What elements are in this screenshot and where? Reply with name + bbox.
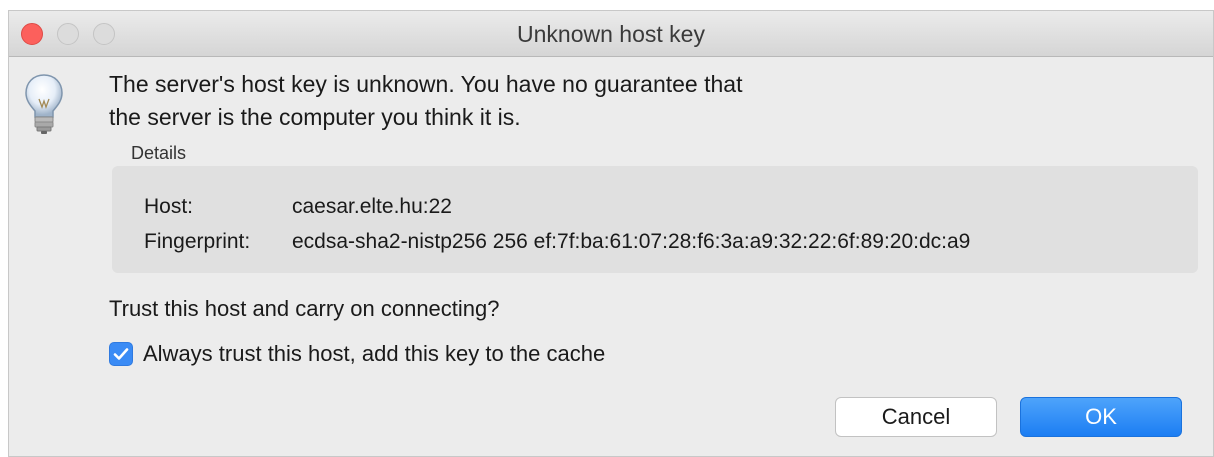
details-label: Details <box>131 143 187 163</box>
always-trust-option[interactable]: Always trust this host, add this key to … <box>109 341 605 367</box>
checkmark-icon <box>113 348 129 360</box>
fingerprint-row: Fingerprint: ecdsa-sha2-nistp256 256 ef:7… <box>144 230 970 254</box>
always-trust-checkbox[interactable] <box>109 342 133 366</box>
window-title: Unknown host key <box>517 21 705 47</box>
details-panel: Host: caesar.elte.hu:22 Fingerprint: ecdsa… <box>112 166 1198 273</box>
warning-message-line: the server is the computer you think it … <box>109 104 521 130</box>
ok-button[interactable]: OK <box>1020 397 1182 437</box>
trust-question: Trust this host and carry on connecting? <box>109 296 500 321</box>
cancel-button[interactable]: Cancel <box>835 397 997 437</box>
host-value: caesar.elte.hu:22 <box>292 195 452 218</box>
always-trust-label[interactable]: Always trust this host, add this key to … <box>143 341 605 367</box>
warning-message: The server's host key is unknown. You ha… <box>109 68 742 134</box>
lightbulb-icon <box>25 74 63 134</box>
warning-message-line: The server's host key is unknown. You ha… <box>109 71 743 97</box>
fingerprint-label: Fingerprint: <box>144 230 251 253</box>
fingerprint-value: ecdsa-sha2-nistp256 256 ef:7f:ba:61:07:2… <box>292 230 971 253</box>
host-row: Host: caesar.elte.hu:22 <box>144 195 452 219</box>
dialog-window: Unknown host key The server's host key i… <box>8 10 1214 457</box>
title-bar[interactable]: Unknown host key <box>9 11 1213 57</box>
host-label: Host: <box>144 195 194 218</box>
